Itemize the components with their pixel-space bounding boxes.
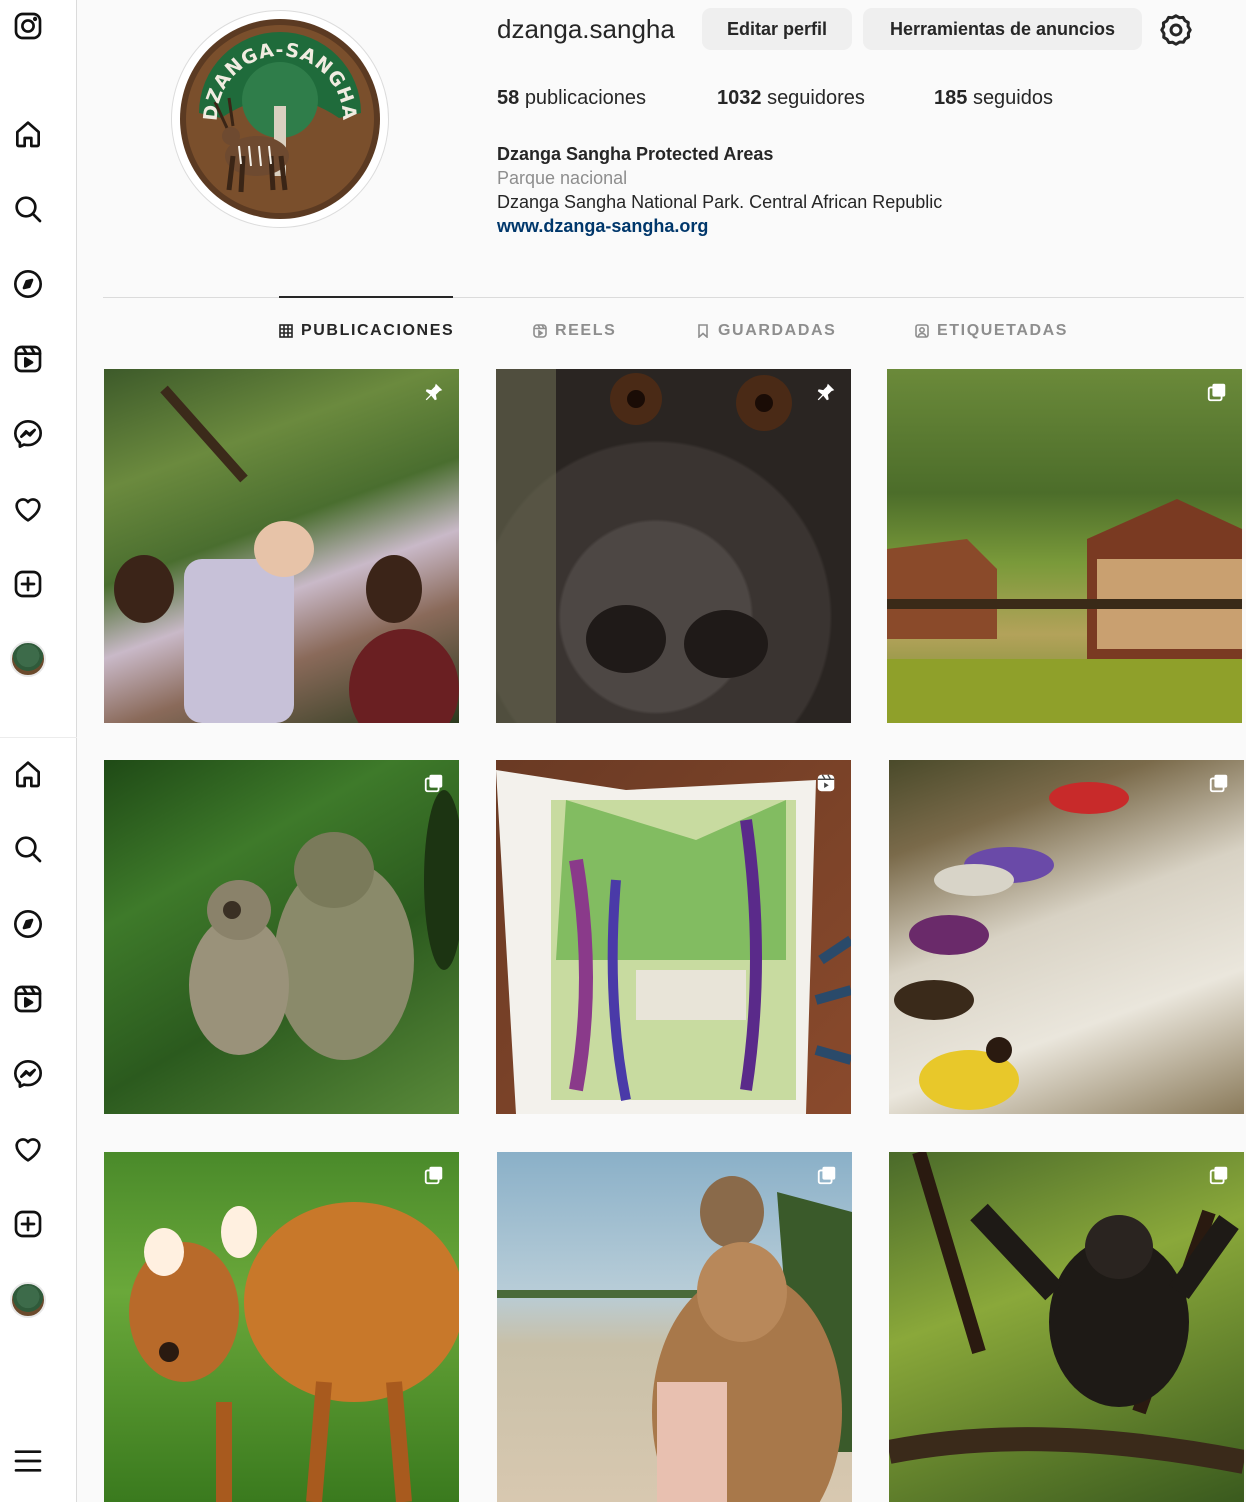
- grid-icon: [279, 324, 293, 338]
- home-icon[interactable]: [10, 116, 46, 152]
- post-tile[interactable]: [496, 760, 851, 1114]
- tab-label: PUBLICACIONES: [301, 322, 455, 339]
- ad-tools-button[interactable]: Herramientas de anuncios: [863, 8, 1142, 50]
- divider: [0, 737, 77, 738]
- reels-icon[interactable]: [10, 341, 46, 377]
- profile-category: Parque nacional: [497, 168, 628, 188]
- post-image: [189, 790, 459, 1060]
- reel-icon: [815, 772, 837, 794]
- carousel-icon: [1206, 381, 1228, 403]
- tab-reels[interactable]: REELS: [533, 322, 616, 340]
- search-icon[interactable]: [10, 191, 46, 227]
- create-icon[interactable]: [10, 1206, 46, 1242]
- reels-icon: [533, 324, 547, 338]
- pin-icon: [423, 381, 445, 403]
- post-tile[interactable]: [496, 369, 851, 723]
- tab-label: REELS: [555, 322, 617, 339]
- active-tab-indicator: [279, 296, 453, 298]
- tab-etiquetadas[interactable]: ETIQUETADAS: [915, 322, 1068, 340]
- bookmark-icon: [698, 324, 708, 338]
- carousel-icon: [816, 1164, 838, 1186]
- post-image: [114, 385, 459, 723]
- settings-icon[interactable]: [1158, 12, 1194, 48]
- instagram-logo-icon[interactable]: [10, 8, 46, 44]
- messenger-icon[interactable]: [10, 416, 46, 452]
- profile-display-name: Dzanga Sangha Protected Areas: [497, 144, 774, 164]
- post-tile[interactable]: [104, 1152, 459, 1502]
- post-tile[interactable]: [104, 369, 459, 723]
- messenger-icon[interactable]: [10, 1056, 46, 1092]
- post-image: [894, 782, 1129, 1110]
- carousel-icon: [1208, 772, 1230, 794]
- heart-icon[interactable]: [10, 491, 46, 527]
- heart-icon[interactable]: [10, 1131, 46, 1167]
- tab-label: ETIQUETADAS: [937, 322, 1069, 339]
- tagged-icon: [915, 324, 929, 338]
- post-image: [496, 369, 792, 723]
- post-tile[interactable]: [104, 760, 459, 1114]
- posts-count: 58 publicaciones: [497, 87, 647, 109]
- tabs-divider: [103, 297, 1244, 298]
- profile-website-link[interactable]: www.dzanga-sangha.org: [497, 216, 708, 237]
- edit-profile-button[interactable]: Editar perfil: [702, 8, 852, 50]
- post-image: [497, 1176, 852, 1502]
- carousel-icon: [423, 772, 445, 794]
- carousel-icon: [1208, 1164, 1230, 1186]
- post-image: [496, 770, 851, 1114]
- tab-publicaciones[interactable]: PUBLICACIONES: [279, 322, 454, 340]
- post-tile[interactable]: [887, 369, 1242, 723]
- profile-avatar[interactable]: [10, 1282, 46, 1318]
- park-logo: DZANGA-SANGHA: [180, 19, 380, 219]
- profile-avatar-large[interactable]: DZANGA-SANGHA: [171, 10, 389, 228]
- carousel-icon: [423, 1164, 445, 1186]
- post-tile[interactable]: [889, 1152, 1244, 1502]
- post-image: [887, 499, 1242, 723]
- explore-icon[interactable]: [10, 906, 46, 942]
- profile-bio: Dzanga Sangha National Park. Central Afr…: [497, 192, 943, 212]
- sidebar-nav: [0, 0, 77, 1502]
- post-tile[interactable]: [497, 1152, 852, 1502]
- menu-icon[interactable]: [10, 1443, 46, 1479]
- tab-guardadas[interactable]: GUARDADAS: [696, 322, 836, 340]
- post-tile[interactable]: [889, 760, 1244, 1114]
- followers-count[interactable]: 1032 seguidores: [717, 87, 865, 110]
- post-image: [889, 1152, 1244, 1474]
- reels-icon[interactable]: [10, 981, 46, 1017]
- pin-icon: [815, 381, 837, 403]
- create-icon[interactable]: [10, 566, 46, 602]
- post-image: [129, 1202, 459, 1502]
- profile-username: dzanga.sangha: [497, 14, 675, 44]
- tab-label: GUARDADAS: [718, 322, 837, 339]
- home-icon[interactable]: [10, 756, 46, 792]
- search-icon[interactable]: [10, 831, 46, 867]
- explore-icon[interactable]: [10, 266, 46, 302]
- following-count[interactable]: 185 seguidos: [934, 87, 1053, 110]
- profile-avatar[interactable]: [10, 641, 46, 677]
